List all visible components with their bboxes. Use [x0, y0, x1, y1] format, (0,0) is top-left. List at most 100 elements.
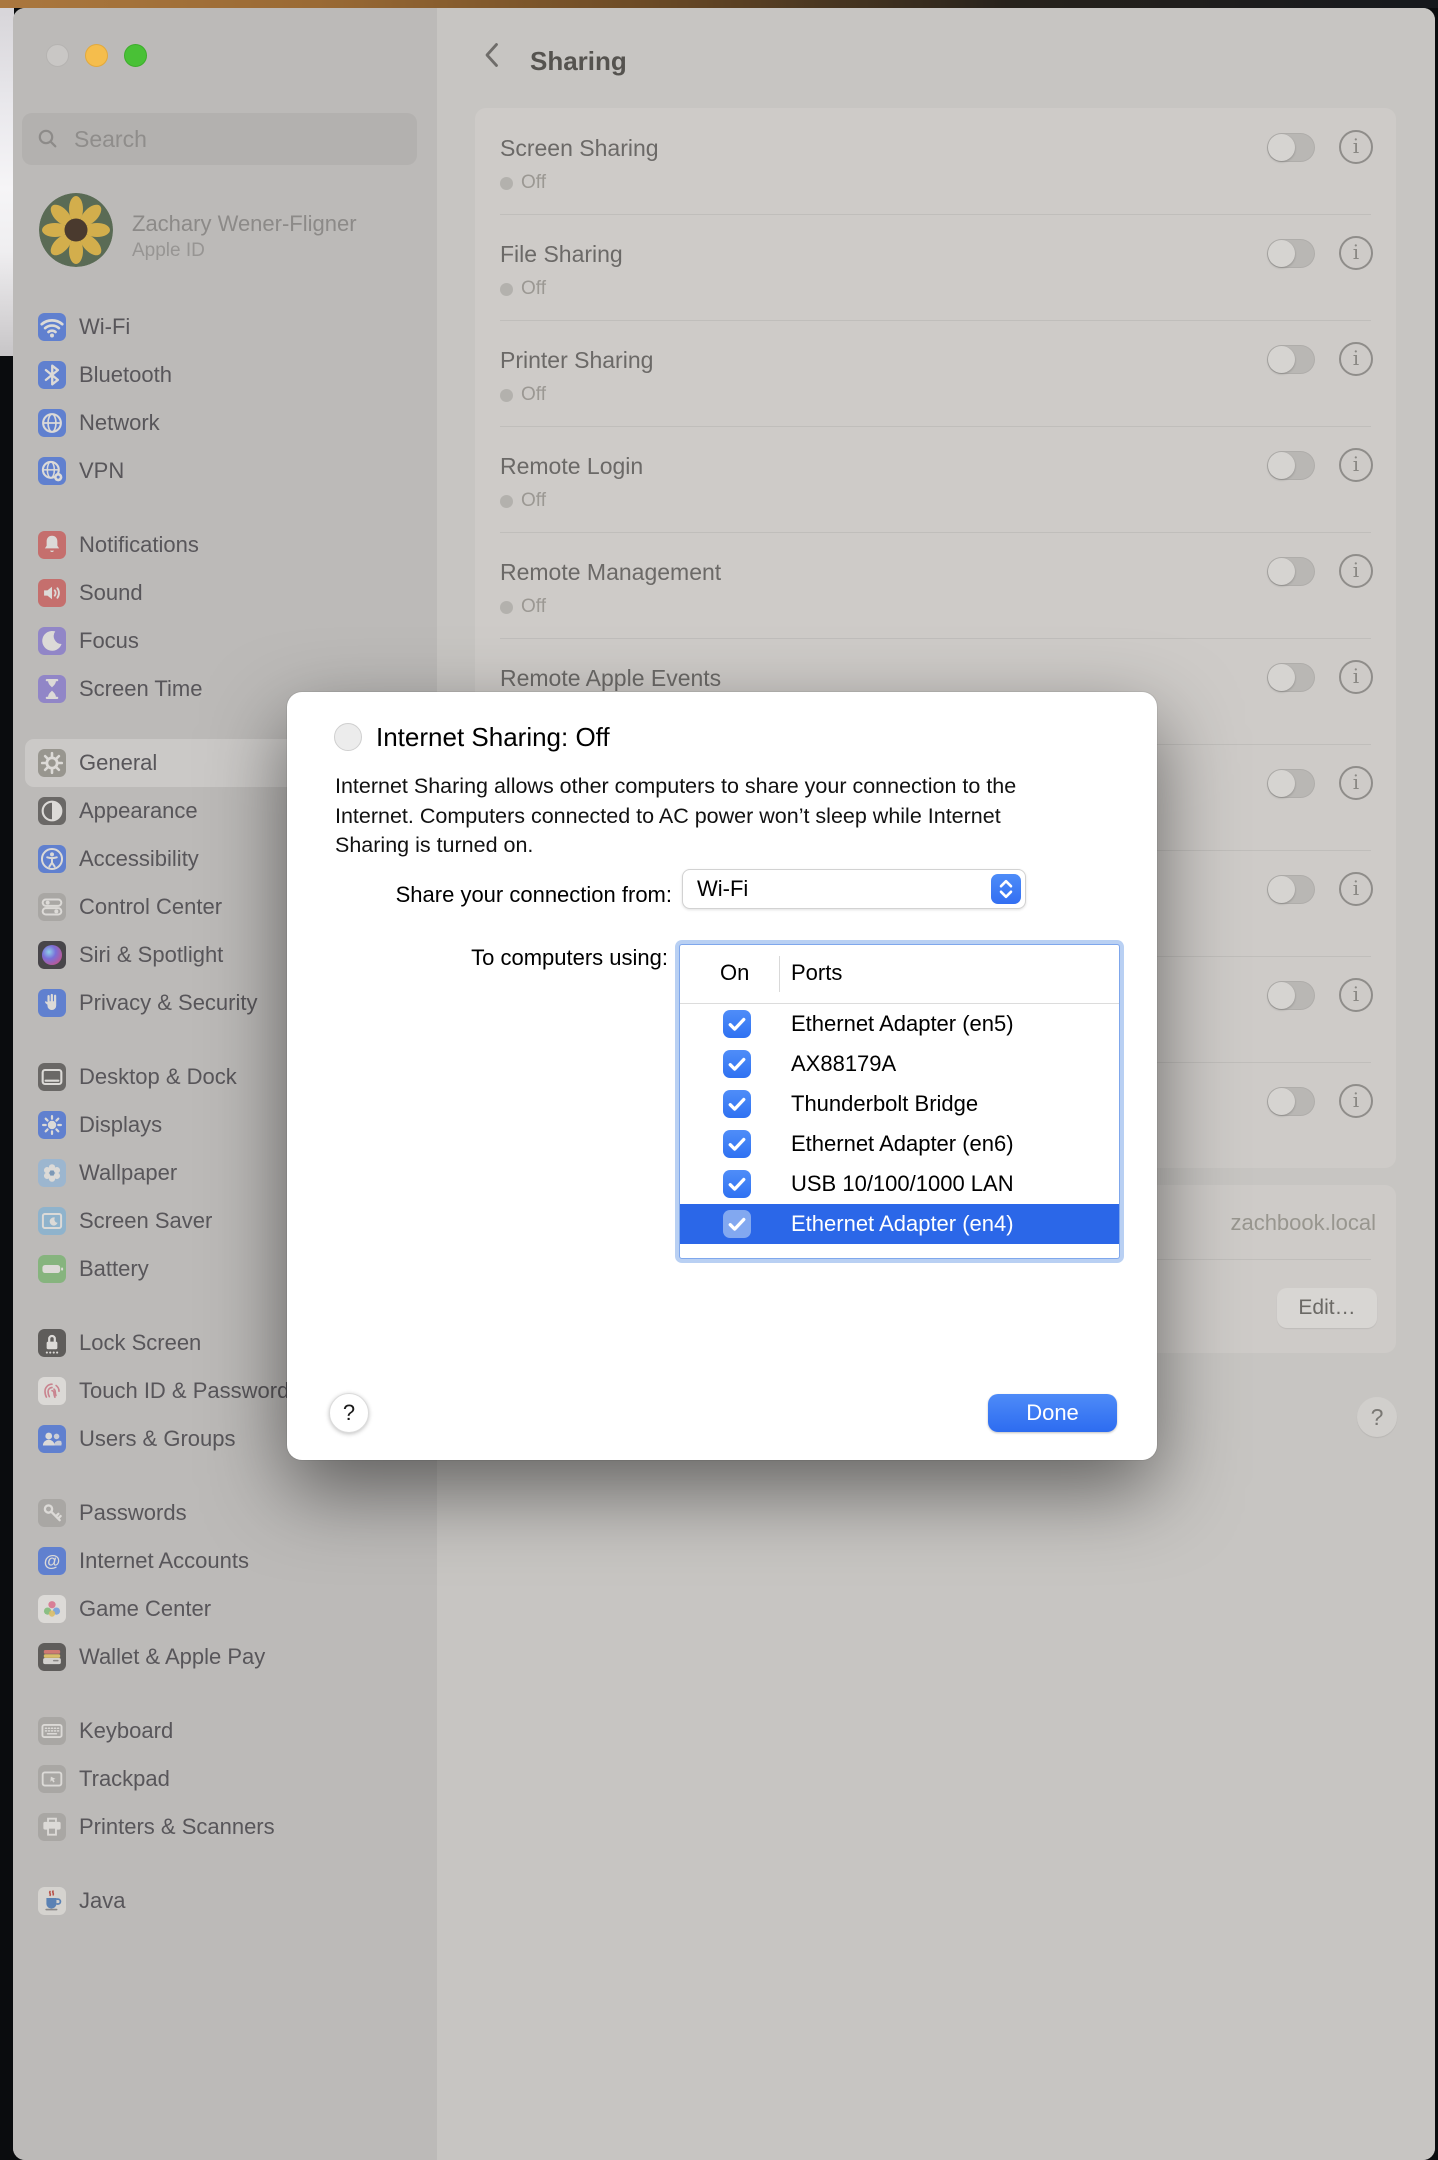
service-toggle[interactable]	[1267, 981, 1315, 1010]
service-toggle[interactable]	[1267, 557, 1315, 586]
control-center-icon	[38, 893, 66, 921]
port-row[interactable]: Ethernet Adapter (en6)	[680, 1124, 1119, 1164]
checkbox-checked-icon[interactable]	[723, 1170, 751, 1198]
sidebar-item-printers-and-scanners[interactable]: Printers & Scanners	[25, 1803, 425, 1851]
sidebar-item-label: Touch ID & Password	[79, 1367, 289, 1415]
info-icon[interactable]: i	[1339, 766, 1373, 800]
info-icon[interactable]: i	[1339, 660, 1373, 694]
to-computers-label: To computers using:	[287, 945, 668, 971]
sidebar-item-focus[interactable]: Focus	[25, 617, 425, 665]
port-row[interactable]: Ethernet Adapter (en4)	[680, 1204, 1119, 1244]
search-placeholder: Search	[74, 113, 147, 165]
sidebar-item-label: Screen Saver	[79, 1197, 212, 1245]
zoom-button[interactable]	[124, 44, 147, 67]
help-button[interactable]: ?	[1357, 1397, 1397, 1437]
checkbox-checked-icon[interactable]	[723, 1050, 751, 1078]
sidebar-item-keyboard[interactable]: Keyboard	[25, 1707, 425, 1755]
done-button[interactable]: Done	[988, 1394, 1117, 1432]
service-toggle[interactable]	[1267, 239, 1315, 268]
sidebar-item-label: Siri & Spotlight	[79, 931, 223, 979]
service-toggle[interactable]	[1267, 663, 1315, 692]
sidebar-item-wallet-and-apple-pay[interactable]: Wallet & Apple Pay	[25, 1633, 425, 1681]
fingerprint-icon	[38, 1377, 66, 1405]
sidebar-item-vpn[interactable]: VPN	[25, 447, 425, 495]
at-sign-icon: @	[38, 1547, 66, 1575]
column-header-ports: Ports	[791, 960, 842, 986]
internet-sharing-status-toggle[interactable]	[334, 723, 362, 751]
service-status: Off	[500, 384, 546, 406]
column-header-on: On	[720, 960, 749, 986]
service-status: Off	[500, 490, 546, 512]
siri-icon	[38, 941, 66, 969]
checkbox-checked-icon[interactable]	[723, 1090, 751, 1118]
info-icon[interactable]: i	[1339, 448, 1373, 482]
avatar[interactable]	[39, 193, 113, 267]
toggle-knob	[1268, 240, 1295, 267]
service-toggle[interactable]	[1267, 1087, 1315, 1116]
sidebar-item-label: Notifications	[79, 521, 199, 569]
info-icon[interactable]: i	[1339, 554, 1373, 588]
info-icon[interactable]: i	[1339, 130, 1373, 164]
sidebar-item-notifications[interactable]: Notifications	[25, 521, 425, 569]
ports-table-header: On Ports	[680, 945, 1119, 1003]
search-input[interactable]: Search	[22, 113, 417, 165]
sidebar-item-label: Accessibility	[79, 835, 199, 883]
toggle-knob	[1268, 1088, 1295, 1115]
sidebar-item-bluetooth[interactable]: Bluetooth	[25, 351, 425, 399]
share-from-popup[interactable]: Wi-Fi	[682, 869, 1026, 909]
background-window-fragment	[0, 8, 14, 356]
minimize-button[interactable]	[85, 44, 108, 67]
sidebar-group: Java	[25, 1877, 425, 1925]
service-toggle[interactable]	[1267, 133, 1315, 162]
ports-table: On Ports Ethernet Adapter (en5)AX88179AT…	[679, 944, 1120, 1259]
edit-hostname-button[interactable]: Edit…	[1277, 1288, 1377, 1328]
share-from-label: Share your connection from:	[287, 882, 672, 908]
checkbox-checked-icon[interactable]	[723, 1010, 751, 1038]
sidebar-item-network[interactable]: Network	[25, 399, 425, 447]
service-title: Screen Sharing	[500, 135, 659, 162]
dialog-help-button[interactable]: ?	[329, 1393, 369, 1433]
screensaver-icon	[38, 1207, 66, 1235]
window-controls	[46, 44, 147, 67]
back-chevron-icon[interactable]	[481, 41, 503, 69]
service-status: Off	[500, 596, 546, 618]
port-label: Thunderbolt Bridge	[791, 1084, 978, 1124]
info-icon[interactable]: i	[1339, 1084, 1373, 1118]
service-toggle[interactable]	[1267, 345, 1315, 374]
sidebar-item-game-center[interactable]: Game Center	[25, 1585, 425, 1633]
checkbox-checked-icon[interactable]	[723, 1130, 751, 1158]
sidebar-item-label: Desktop & Dock	[79, 1053, 237, 1101]
share-from-value: Wi-Fi	[697, 870, 748, 908]
checkbox-checked-icon[interactable]	[723, 1210, 751, 1238]
sidebar-item-trackpad[interactable]: Trackpad	[25, 1755, 425, 1803]
sidebar-item-wi-fi[interactable]: Wi-Fi	[25, 303, 425, 351]
flower-icon	[38, 1159, 66, 1187]
sunflower-avatar-image	[39, 193, 113, 267]
port-row[interactable]: USB 10/100/1000 LAN	[680, 1164, 1119, 1204]
hand-icon	[38, 989, 66, 1017]
sidebar-item-label: Java	[79, 1877, 125, 1925]
info-icon[interactable]: i	[1339, 342, 1373, 376]
bluetooth-icon	[38, 361, 66, 389]
status-text: Off	[521, 384, 546, 406]
popup-chevrons-icon	[991, 874, 1021, 904]
close-button[interactable]	[46, 44, 69, 67]
service-toggle[interactable]	[1267, 451, 1315, 480]
sidebar-item-internet-accounts[interactable]: @Internet Accounts	[25, 1537, 425, 1585]
service-title: Remote Management	[500, 559, 721, 586]
port-row[interactable]: Thunderbolt Bridge	[680, 1084, 1119, 1124]
status-dot	[500, 389, 513, 402]
info-icon[interactable]: i	[1339, 872, 1373, 906]
sidebar-item-java[interactable]: Java	[25, 1877, 425, 1925]
battery-icon	[38, 1255, 66, 1283]
info-icon[interactable]: i	[1339, 978, 1373, 1012]
sidebar-item-sound[interactable]: Sound	[25, 569, 425, 617]
info-icon[interactable]: i	[1339, 236, 1373, 270]
port-row[interactable]: Ethernet Adapter (en5)	[680, 1004, 1119, 1044]
sidebar-item-passwords[interactable]: Passwords	[25, 1489, 425, 1537]
port-row[interactable]: AX88179A	[680, 1044, 1119, 1084]
service-row: Remote LoginOffi	[475, 426, 1396, 532]
port-label: Ethernet Adapter (en6)	[791, 1124, 1014, 1164]
service-toggle[interactable]	[1267, 875, 1315, 904]
service-toggle[interactable]	[1267, 769, 1315, 798]
